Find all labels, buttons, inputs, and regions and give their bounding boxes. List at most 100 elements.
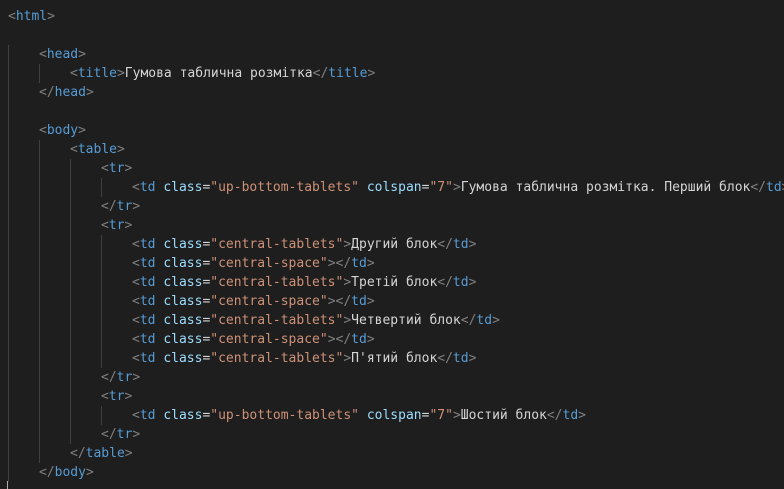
code-line[interactable]: <td class="up-bottom-tablets" colspan="7… — [132, 406, 586, 425]
code-token: colspan — [366, 180, 422, 195]
code-token: </ — [546, 408, 563, 423]
code-token: < — [101, 218, 109, 233]
code-token: > — [47, 9, 55, 24]
code-token: class — [163, 408, 203, 423]
code-line[interactable]: <td class="central-space"></td> — [132, 292, 375, 311]
code-token: Гумова таблична розмітка — [124, 66, 313, 81]
code-token: > — [578, 408, 586, 423]
code-line[interactable]: </head> — [39, 83, 94, 102]
code-token: "up-bottom-tablets" — [210, 180, 359, 195]
code-token: ></ — [327, 332, 352, 347]
code-token: "central-space" — [210, 256, 328, 271]
code-token: > — [124, 161, 133, 176]
code-token: "central-space" — [210, 294, 328, 309]
code-editor[interactable]: <html> <head> <title>Гумова таблична розмі… — [0, 0, 784, 489]
indent-guide — [101, 235, 102, 368]
code-line[interactable]: </tr> — [101, 368, 140, 387]
code-token: < — [132, 408, 140, 423]
code-token: </ — [437, 351, 453, 366]
code-token: head — [46, 47, 79, 62]
code-token: ></ — [327, 256, 352, 271]
code-token: tr — [116, 427, 133, 442]
code-line[interactable]: <td class="central-tablets">Другий блок<… — [132, 235, 476, 254]
code-token: table — [85, 446, 125, 461]
code-line[interactable]: </table> — [70, 444, 133, 463]
code-token: > — [132, 199, 141, 214]
code-token: </ — [460, 313, 477, 328]
code-token: td — [139, 275, 156, 290]
code-token: </ — [750, 180, 767, 195]
code-line[interactable]: </body> — [39, 463, 94, 482]
code-token: td — [351, 256, 367, 271]
code-token: > — [367, 66, 376, 81]
indent-guide — [101, 406, 102, 425]
code-token: "central-tablets" — [210, 351, 344, 366]
code-token: > — [78, 123, 86, 138]
code-token: class — [163, 294, 203, 309]
code-token: </ — [437, 275, 453, 290]
code-line[interactable]: <td class="up-bottom-tablets" colspan="7… — [132, 178, 784, 197]
code-token: html — [15, 9, 48, 24]
code-token: td — [139, 408, 156, 423]
code-line[interactable]: <table> — [70, 140, 125, 159]
code-token: < — [132, 237, 140, 252]
code-token: < — [132, 313, 140, 328]
indent-guide — [39, 140, 40, 463]
code-token: td — [476, 313, 493, 328]
code-line[interactable]: <td class="central-tablets">Третій блок<… — [132, 273, 476, 292]
code-line[interactable]: <td class="central-tablets">П'ятий блок<… — [132, 349, 476, 368]
code-token: > — [124, 218, 133, 233]
code-token: class — [163, 332, 203, 347]
code-token: "central-tablets" — [210, 313, 344, 328]
code-line[interactable]: </tr> — [101, 197, 140, 216]
code-line[interactable]: <title>Гумова таблична розмітка</title> — [70, 64, 375, 83]
code-token: class — [163, 256, 203, 271]
code-line[interactable]: <tr> — [101, 159, 132, 178]
code-token: > — [468, 275, 477, 290]
code-line[interactable]: <td class="central-tablets">Четвертий бл… — [132, 311, 500, 330]
code-token: td — [139, 313, 156, 328]
code-line[interactable]: <head> — [39, 45, 86, 64]
code-token: > — [85, 85, 94, 100]
code-token: < — [101, 161, 109, 176]
code-line[interactable]: <body> — [39, 121, 86, 140]
code-token: td — [139, 294, 156, 309]
code-line[interactable]: <td class="central-space"></td> — [132, 330, 375, 349]
code-token: > — [343, 275, 352, 290]
code-token: tr — [108, 389, 125, 404]
code-token: class — [163, 313, 203, 328]
code-token: td — [139, 351, 156, 366]
code-token: </ — [39, 85, 55, 100]
code-line[interactable]: <tr> — [101, 387, 132, 406]
code-token: < — [132, 351, 140, 366]
code-token: П'ятий блок — [351, 351, 438, 366]
code-token: > — [366, 256, 375, 271]
code-token: > — [132, 370, 141, 385]
code-token: "7" — [429, 408, 453, 423]
code-token: > — [366, 294, 375, 309]
code-line[interactable]: <html> — [8, 7, 55, 26]
code-token: td — [139, 237, 156, 252]
code-token: > — [468, 237, 477, 252]
indent-guide — [39, 64, 40, 83]
code-token: td — [452, 275, 469, 290]
indent-guide — [70, 159, 71, 444]
code-token: td — [139, 256, 156, 271]
code-token: > — [116, 142, 125, 157]
code-token: title — [328, 66, 368, 81]
code-token: body — [46, 123, 79, 138]
code-token: < — [70, 142, 78, 157]
code-token: colspan — [366, 408, 422, 423]
code-line[interactable]: <tr> — [101, 216, 132, 235]
code-token: > — [452, 408, 461, 423]
code-token: > — [492, 313, 500, 328]
code-token: Шостий блок — [460, 408, 547, 423]
code-token: > — [343, 351, 352, 366]
code-token: < — [132, 180, 140, 195]
code-token: </ — [101, 199, 117, 214]
code-line[interactable]: </tr> — [101, 425, 140, 444]
code-token: < — [39, 123, 47, 138]
code-line[interactable]: <td class="central-space"></td> — [132, 254, 375, 273]
code-token: tr — [108, 161, 125, 176]
